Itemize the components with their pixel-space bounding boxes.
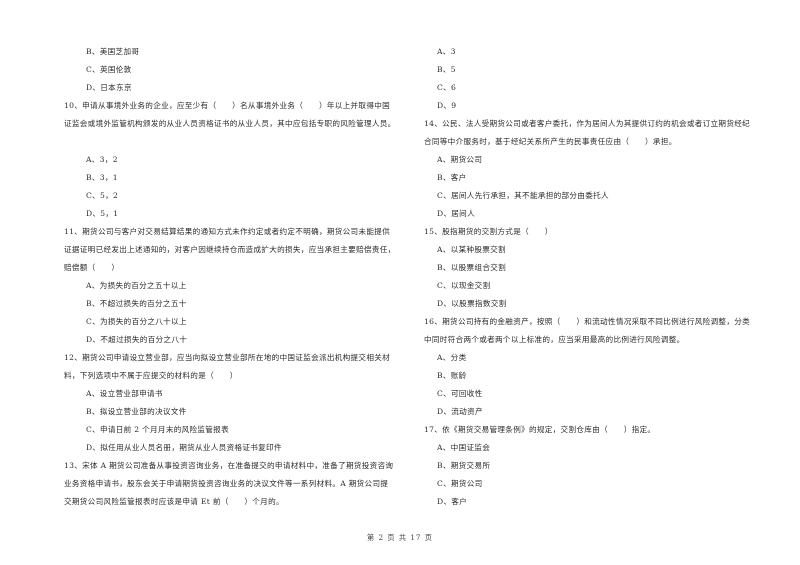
q12-option-d: D、拟任用从业人员名册，期货从业人员资格证书复印件 xyxy=(86,443,282,452)
question-14-line-2: 合同等中介服务时，基于经纪关系所产生的民事责任应由（ ）承担。 xyxy=(424,137,677,146)
question-10-line-2: 证监会或境外监管机构颁发的从业人员资格证书的从业人员，其中应包括专职的风险管理人… xyxy=(64,119,396,128)
q10-option-d: D、5，1 xyxy=(86,209,119,218)
q14-option-a: A、期货公司 xyxy=(437,155,483,164)
q12-option-a: A、设立营业部申请书 xyxy=(86,389,163,398)
q10-option-b: B、3，1 xyxy=(86,173,118,182)
question-16-line-1: 16、期货公司持有的金融资产，按照（ ）和流动性情况采取不同比例进行风险调整，分… xyxy=(424,317,751,326)
option-c: C、英国伦敦 xyxy=(86,65,132,74)
q17-option-d: D、客户 xyxy=(437,497,468,506)
q13-option-d: D、9 xyxy=(437,101,457,110)
q17-option-c: C、期货公司 xyxy=(437,479,483,488)
question-10-line-1: 10、申请从事境外业务的企业，应至少有（ ）名从事境外业务（ ）年以上并取得中国 xyxy=(64,101,391,110)
q16-option-d: D、流动资产 xyxy=(437,407,483,416)
q11-option-b: B、不超过损失的百分之五十 xyxy=(86,299,187,308)
q10-option-c: C、5，2 xyxy=(86,191,119,200)
option-b: B、美国芝加哥 xyxy=(86,47,140,56)
question-13-line-3: 交期货公司风险监管报表时应该是申请 Et 前（ ）个月的。 xyxy=(64,497,284,506)
question-17-line-1: 17、依《期货交易管理条例》的规定，交割仓库由（ ）指定。 xyxy=(424,425,656,434)
question-13-line-2: 业务资格申请书，股东会关于申请期货投资咨询业务的决议文件等一系列材料。A 期货公… xyxy=(64,479,389,488)
question-12-line-2: 料，下列选项中不属于应提交的材料的是（ ） xyxy=(64,371,238,380)
option-d: D、日本东京 xyxy=(86,83,132,92)
q16-option-a: A、分类 xyxy=(437,353,467,362)
question-11-line-2: 证据证明已经发出上述通知的，对客户因继续持仓而造成扩大的损失，应当承担主要赔偿责… xyxy=(64,245,396,254)
question-14-line-1: 14、公民、法人受期货公司或者客户委托，作为居间人为其提供订约的机会或者订立期货… xyxy=(424,119,751,128)
q11-option-c: C、为损失的百分之八十以上 xyxy=(86,317,187,326)
q11-option-d: D、不超过损失的百分之八十 xyxy=(86,335,188,344)
q13-option-b: B、5 xyxy=(437,65,456,74)
q17-option-a: A、中国证监会 xyxy=(437,443,491,452)
q10-option-a: A、3，2 xyxy=(86,155,118,164)
q12-option-b: B、拟设立营业部的决议文件 xyxy=(86,407,187,416)
q13-option-a: A、3 xyxy=(437,47,456,56)
question-11-line-3: 赔偿额（ ） xyxy=(64,263,120,272)
question-16-line-2: 中同时符合两个或者两个以上标准的，应当采用最高的比例进行风险调整。 xyxy=(424,335,685,344)
q16-option-c: C、可回收性 xyxy=(437,389,483,398)
question-15-line-1: 15、股指期货的交割方式是（ ） xyxy=(424,227,553,236)
q15-option-b: B、以股票组合交割 xyxy=(437,263,507,272)
question-11-line-1: 11、期货公司与客户对交易结算结果的通知方式未作约定或者约定不明确，期货公司未能… xyxy=(64,227,391,236)
question-13-line-1: 13、宋体 A 期货公司准备从事投资咨询业务，在准备提交的申请材料中，准备了期货… xyxy=(64,461,394,470)
q15-option-d: D、以股票指数交割 xyxy=(437,299,507,308)
page-number: 第 2 页 共 17 页 xyxy=(367,533,433,542)
q14-option-c: C、居间人先行承担，其不能承担的部分由委托人 xyxy=(437,191,609,200)
question-12-line-1: 12、期货公司申请设立营业部，应当向拟设立营业部所在地的中国证监会派出机构提交相… xyxy=(64,353,391,362)
q11-option-a: A、为损失的百分之五十以上 xyxy=(86,281,187,290)
q13-option-c: C、6 xyxy=(437,83,457,92)
q12-option-c: C、申请日前 2 个月月末的风险监管报表 xyxy=(86,425,229,434)
q14-option-b: B、客户 xyxy=(437,173,467,182)
q15-option-c: C、以现金交割 xyxy=(437,281,491,290)
q16-option-b: B、账龄 xyxy=(437,371,467,380)
q14-option-d: D、居间人 xyxy=(437,209,475,218)
q15-option-a: A、以某种股票交割 xyxy=(437,245,506,254)
q17-option-b: B、期货交易所 xyxy=(437,461,491,470)
